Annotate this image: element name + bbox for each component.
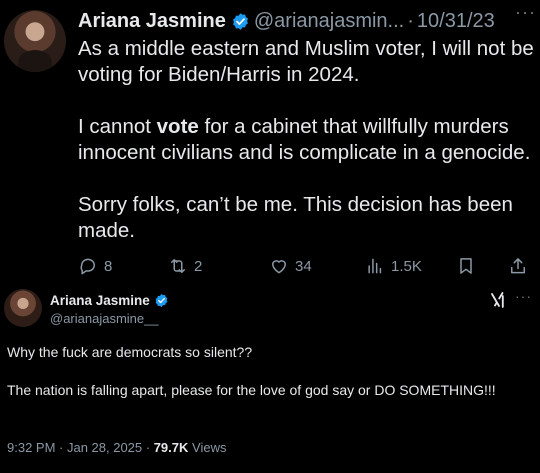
bold-text: vote — [156, 115, 199, 138]
verified-badge-icon — [154, 293, 169, 308]
reply-button[interactable]: 8 — [78, 254, 112, 278]
text-span: I cannot — [78, 115, 157, 138]
tweet-meta: 9:32 PM · Jan 28, 2025 · 79.7K Views — [7, 440, 226, 455]
like-icon — [272, 260, 286, 274]
main-tweet[interactable]: Ariana Jasmine @arianajasmine__ ··· Why … — [0, 283, 540, 473]
author-handle[interactable]: @arianajasmine__ — [50, 311, 159, 326]
timestamp[interactable]: 9:32 PM · Jan 28, 2025 · — [7, 440, 154, 455]
tweet-paragraph: As a middle eastern and Muslim voter, I … — [78, 37, 534, 86]
quoted-tweet[interactable]: Ariana Jasmine @arianajasmin... · 10/31/… — [0, 0, 540, 283]
grok-icon[interactable] — [490, 291, 506, 309]
like-count: 34 — [295, 257, 312, 275]
views-count: 79.7K — [153, 440, 189, 455]
tweet-text: As a middle eastern and Muslim voter, I … — [78, 36, 534, 244]
views-icon — [368, 258, 382, 274]
views-label: Views — [188, 440, 227, 455]
bookmark-button[interactable] — [456, 254, 476, 278]
author-name-row: Ariana Jasmine — [50, 293, 173, 308]
tweet-paragraph: I cannot vote for a cabinet that willful… — [78, 114, 534, 166]
share-icon — [511, 258, 525, 274]
repost-icon — [171, 259, 185, 273]
repost-button[interactable]: 2 — [168, 254, 202, 278]
tweet-text: Why the fuck are democrats so silent?? T… — [7, 343, 527, 419]
tweet-paragraph: Why the fuck are democrats so silent?? — [7, 344, 253, 360]
reply-icon — [80, 258, 95, 275]
tweet-paragraph: The nation is falling apart, please for … — [7, 382, 496, 398]
more-options-icon[interactable]: ··· — [515, 288, 532, 304]
tweet-header: Ariana Jasmine @arianajasmin... · 10/31/… — [78, 8, 534, 34]
bookmark-icon — [460, 258, 472, 274]
views-count: 1.5K — [391, 257, 422, 275]
tweet-paragraph: Sorry folks, can’t be me. This decision … — [78, 193, 513, 242]
avatar[interactable] — [4, 289, 42, 327]
action-bar: 8 2 34 1.5K — [78, 254, 533, 278]
author-name[interactable]: Ariana Jasmine — [78, 10, 226, 33]
share-button[interactable] — [508, 254, 528, 278]
avatar[interactable] — [4, 10, 66, 72]
reply-count: 8 — [104, 257, 113, 275]
tweet-date[interactable]: 10/31/23 — [417, 10, 495, 33]
more-options-icon[interactable]: ··· — [515, 2, 536, 23]
like-button[interactable]: 34 — [269, 254, 312, 278]
repost-count: 2 — [194, 257, 203, 275]
author-name[interactable]: Ariana Jasmine — [50, 293, 150, 308]
separator: · — [407, 9, 414, 32]
author-handle[interactable]: @arianajasmin... — [254, 10, 404, 33]
views-button[interactable]: 1.5K — [365, 254, 422, 278]
verified-badge-icon — [231, 12, 250, 31]
